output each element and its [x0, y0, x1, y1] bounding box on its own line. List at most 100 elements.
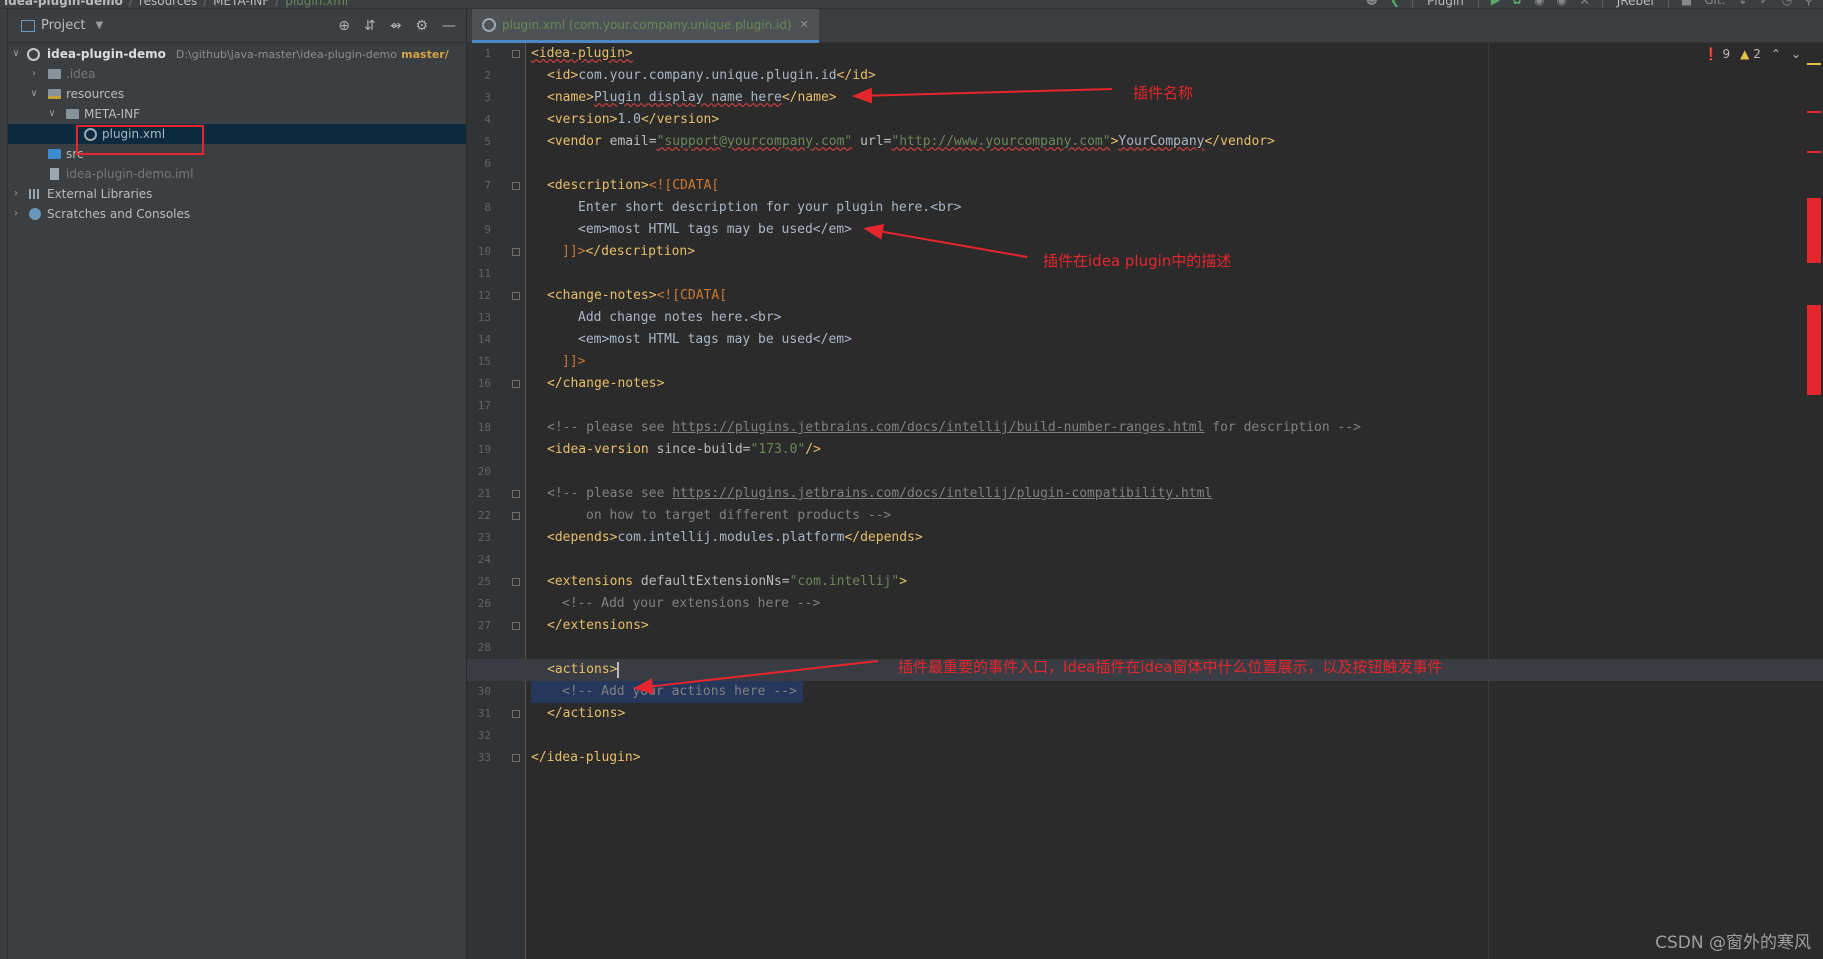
error-marker[interactable]	[1807, 151, 1821, 153]
line-number: 9	[484, 223, 491, 236]
code-token: </version>	[640, 112, 720, 127]
tree-item-idea[interactable]: › .idea	[8, 64, 466, 84]
error-marker[interactable]	[1807, 198, 1821, 263]
fold-marker-icon[interactable]	[512, 622, 520, 630]
fold-marker-icon[interactable]	[512, 182, 520, 190]
chevron-down-icon[interactable]: ∨	[10, 44, 22, 64]
gear-icon[interactable]: ⚙	[415, 18, 428, 34]
tree-item-project-root[interactable]: ∨ idea-plugin-demo D:\github\java-master\…	[8, 44, 466, 64]
line-number: 30	[477, 685, 491, 698]
line-number: 27	[477, 619, 491, 632]
code-line-7: <description><![CDATA[	[547, 175, 719, 197]
line-number: 33	[477, 751, 491, 764]
code-line-23: <depends>com.intellij.modules.platform</…	[547, 527, 923, 549]
line-number: 17	[477, 399, 491, 412]
user-icon[interactable]: ☻	[1365, 0, 1378, 8]
tree-item-iml[interactable]: idea-plugin-demo.iml	[8, 164, 466, 184]
stop-icon[interactable]: ■	[1681, 0, 1692, 8]
code-token: <description>	[547, 178, 649, 193]
error-icon: ❗	[1703, 47, 1719, 61]
code-token: "com.intellij"	[789, 574, 900, 589]
module-icon	[27, 48, 40, 61]
project-view-title[interactable]: Project	[41, 18, 85, 33]
fold-marker-icon[interactable]	[512, 710, 520, 718]
code-editor[interactable]: 1 2 3 4 5 6 7 8 9 10 11 12 13 14 15 16 17 18 19 20 21 22 23 24 2…	[467, 43, 1823, 959]
run-configuration-select[interactable]: Plugin	[1412, 0, 1479, 8]
warning-marker[interactable]	[1807, 63, 1821, 65]
profile-icon[interactable]: ◉	[1557, 0, 1567, 8]
back-arrow-icon[interactable]: ❮	[1390, 0, 1400, 8]
tree-item-label: resources	[66, 87, 125, 101]
fold-marker-icon[interactable]	[512, 490, 520, 498]
code-token: <idea-version	[547, 442, 649, 457]
close-icon[interactable]: ✕	[800, 18, 809, 31]
breadcrumb-meta-inf[interactable]: META-INF	[213, 0, 269, 8]
git-update-icon[interactable]: ↓	[1738, 0, 1748, 8]
tab-plugin-xml[interactable]: plugin.xml (com.your.company.unique.plug…	[472, 9, 819, 43]
run-icon[interactable]: ▶	[1491, 0, 1500, 8]
search-icon[interactable]: ⚲	[1804, 0, 1813, 8]
error-marker[interactable]	[1807, 111, 1821, 113]
code-token: <em>most HTML tags may be used</em>	[578, 332, 852, 347]
fold-marker-icon[interactable]	[512, 754, 520, 762]
tree-item-label: META-INF	[84, 107, 141, 121]
chevron-down-icon[interactable]: ∨	[46, 104, 58, 124]
inspection-widget[interactable]: ❗ 9 ▲ 2 ⌃ ⌄	[1704, 47, 1801, 61]
code-token: Add change notes here.<br>	[578, 310, 782, 325]
code-token: >	[899, 574, 908, 589]
tree-item-external-libraries[interactable]: › External Libraries	[8, 184, 466, 204]
tree-item-scratches[interactable]: › Scratches and Consoles	[8, 204, 466, 224]
code-token: Plugin display name here	[593, 90, 782, 105]
chevron-right-icon[interactable]: ›	[28, 64, 40, 84]
line-number: 28	[477, 641, 491, 654]
code-token: on how to target different products -->	[586, 508, 892, 523]
fold-marker-icon[interactable]	[512, 380, 520, 388]
coverage-icon[interactable]: ◉	[1534, 0, 1544, 8]
expand-all-icon[interactable]: ⇵	[364, 18, 376, 34]
code-token: <depends>	[547, 530, 618, 545]
line-number: 32	[477, 729, 491, 742]
tree-item-meta-inf[interactable]: ∨ META-INF	[8, 104, 466, 124]
fold-marker-icon[interactable]	[512, 248, 520, 256]
scratches-icon	[29, 208, 41, 220]
build-icon[interactable]: ⚒	[1579, 0, 1590, 8]
code-line-22: on how to target different products -->	[586, 505, 891, 527]
xml-file-icon	[482, 17, 496, 32]
code-token: <change-notes>	[547, 288, 657, 303]
line-number: 23	[477, 531, 491, 544]
fold-marker-icon[interactable]	[512, 292, 520, 300]
error-marker[interactable]	[1807, 305, 1821, 395]
text-caret	[617, 661, 620, 678]
code-line-33: </idea-plugin>	[531, 747, 641, 769]
chevron-down-icon[interactable]: ▼	[95, 20, 103, 31]
line-number: 16	[477, 377, 491, 390]
tree-item-resources[interactable]: ∨ resources	[8, 84, 466, 104]
fold-marker-icon[interactable]	[512, 50, 520, 58]
collapse-all-icon[interactable]: ⇴	[390, 18, 402, 34]
chevron-down-icon[interactable]: ∨	[28, 84, 40, 104]
error-stripe[interactable]	[1807, 43, 1823, 959]
chevron-up-icon[interactable]: ⌃	[1771, 47, 1781, 61]
debug-icon[interactable]: ✿	[1512, 0, 1522, 8]
hide-icon[interactable]: —	[442, 18, 456, 34]
breadcrumb-resources[interactable]: resources	[139, 0, 197, 8]
git-history-icon[interactable]: ◷	[1782, 0, 1792, 8]
jrebel-select[interactable]: JRebel	[1601, 0, 1669, 8]
code-line-18: <!-- please see https://plugins.jetbrain…	[547, 417, 1361, 439]
code-token: Enter short description for your plugin …	[578, 200, 962, 215]
code-link[interactable]: https://plugins.jetbrains.com/docs/intel…	[672, 420, 1204, 435]
fold-marker-icon[interactable]	[512, 512, 520, 520]
fold-marker-icon[interactable]	[512, 578, 520, 586]
git-commit-icon[interactable]: ✓	[1760, 0, 1770, 8]
chevron-right-icon[interactable]: ›	[10, 204, 22, 224]
code-link[interactable]: https://plugins.jetbrains.com/docs/intel…	[672, 486, 1212, 501]
line-number: 1	[484, 47, 491, 60]
breadcrumb-project[interactable]: idea-plugin-demo	[4, 0, 123, 8]
chevron-down-icon[interactable]: ⌄	[1791, 47, 1801, 61]
code-token: email=	[601, 134, 657, 149]
breadcrumb-plugin-xml[interactable]: plugin.xml	[285, 0, 348, 8]
code-token: <id>	[547, 68, 579, 83]
locate-icon[interactable]: ⊕	[338, 18, 350, 34]
code-area[interactable]: <idea-plugin> <id>com.your.company.uniqu…	[467, 43, 1823, 959]
chevron-right-icon[interactable]: ›	[10, 184, 22, 204]
